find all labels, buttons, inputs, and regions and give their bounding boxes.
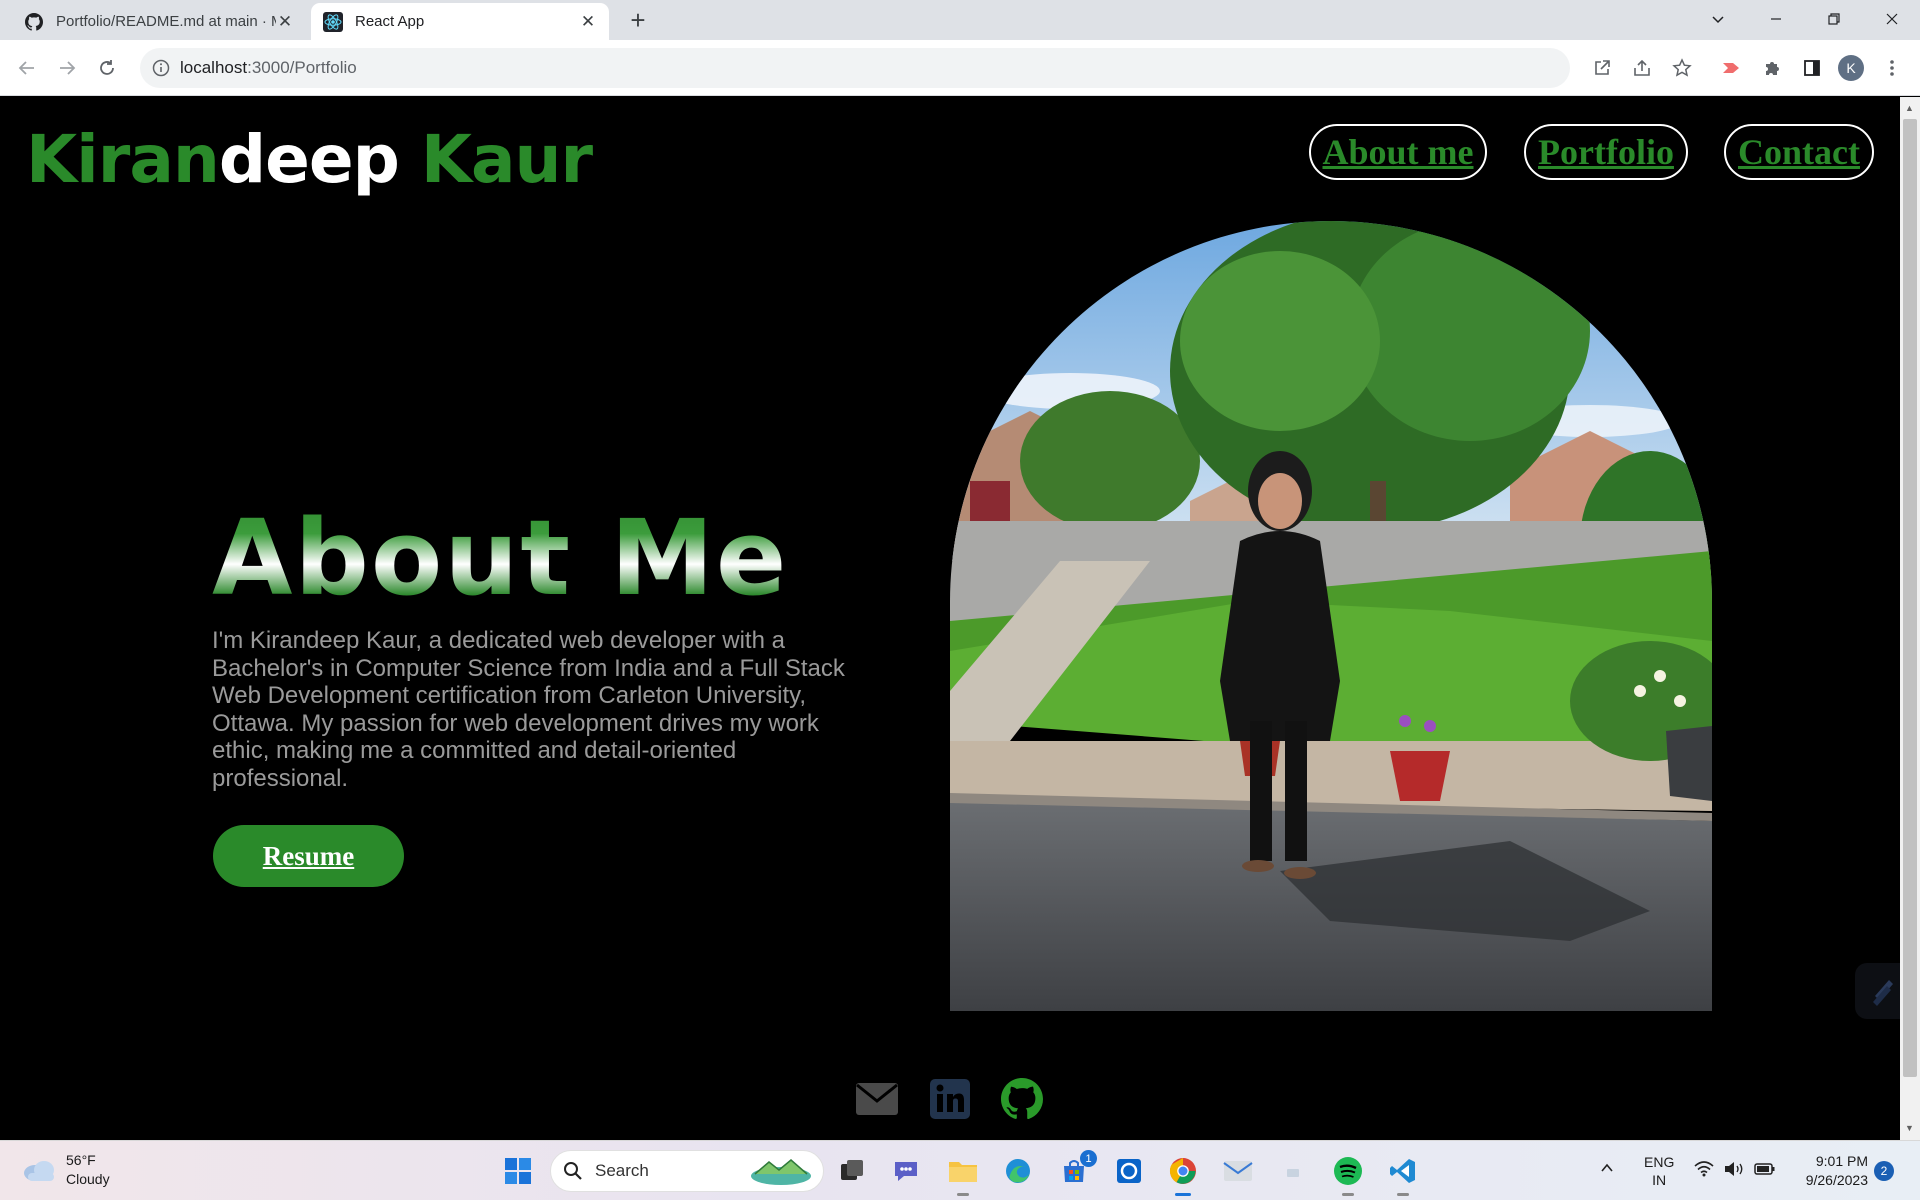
taskbar-search[interactable]: Search (550, 1150, 824, 1192)
site-brand[interactable]: Kirandeep Kaur (26, 121, 593, 198)
tab-github-readme[interactable]: Portfolio/README.md at main · M ✕ (12, 3, 306, 40)
teams-chat-icon[interactable] (888, 1153, 924, 1189)
battery-icon[interactable] (1754, 1161, 1776, 1181)
windows-taskbar: 56°F Cloudy Search 1 ENG IN 9:01 PM 9/26… (0, 1140, 1920, 1200)
search-highlight-icon (751, 1159, 811, 1185)
chrome-icon[interactable] (1165, 1153, 1201, 1196)
github-favicon-icon (24, 12, 44, 32)
taskbar-clock[interactable]: 9:01 PM 9/26/2023 (1782, 1152, 1868, 1190)
store-badge: 1 (1080, 1150, 1097, 1167)
tab-label: React App (355, 13, 425, 30)
portfolio-page: Kirandeep Kaur About me Portfolio Contac… (0, 97, 1900, 1140)
weather-widget[interactable]: 56°F Cloudy (22, 1151, 110, 1189)
brand-first-part: Kiran (26, 121, 220, 198)
clock-time: 9:01 PM (1815, 1153, 1868, 1169)
windows-start-icon[interactable] (500, 1153, 536, 1189)
browser-tab-strip: Portfolio/README.md at main · M ✕ React … (0, 0, 1920, 40)
microsoft-store-icon[interactable]: 1 (1056, 1150, 1097, 1189)
url-text: localhost:3000/Portfolio (180, 58, 357, 77)
side-panel-icon[interactable] (1796, 52, 1828, 84)
resume-button[interactable]: Resume (213, 825, 404, 887)
extension-red-icon[interactable] (1716, 52, 1748, 84)
scrollbar-thumb[interactable] (1903, 119, 1917, 1077)
github-icon[interactable] (998, 1077, 1046, 1121)
address-bar[interactable]: localhost:3000/Portfolio (140, 48, 1570, 88)
share-icon[interactable] (1626, 52, 1658, 84)
edge-browser-icon[interactable] (1000, 1153, 1036, 1189)
tab-close-icon[interactable]: ✕ (579, 12, 597, 32)
nav-about-me[interactable]: About me (1309, 124, 1487, 180)
mail-icon[interactable] (1220, 1153, 1256, 1189)
weather-temperature: 56°F (66, 1152, 96, 1168)
tab-label: Portfolio/README.md at main · M (56, 13, 276, 30)
profile-photo (950, 221, 1712, 1011)
input-language-indicator[interactable]: ENG IN (1644, 1153, 1674, 1189)
email-icon[interactable] (853, 1077, 901, 1121)
search-icon (564, 1162, 582, 1180)
tab-close-icon[interactable]: ✕ (276, 12, 294, 32)
tab-search-chevron-icon[interactable] (1690, 0, 1746, 38)
close-window-icon[interactable] (1864, 0, 1920, 38)
brand-middle-part: deep (218, 121, 400, 198)
back-arrow-icon[interactable] (11, 52, 43, 84)
linkedin-icon[interactable] (926, 1077, 974, 1121)
wifi-icon[interactable] (1694, 1161, 1714, 1181)
clock-date: 9/26/2023 (1805, 1172, 1868, 1188)
notification-count-badge[interactable]: 2 (1874, 1161, 1894, 1181)
task-view-icon[interactable] (834, 1153, 870, 1189)
file-explorer-icon[interactable] (945, 1153, 981, 1196)
notepad-icon[interactable] (1275, 1153, 1311, 1189)
nav-portfolio[interactable]: Portfolio (1524, 124, 1688, 180)
cortana-icon[interactable] (1111, 1153, 1147, 1189)
scroll-up-arrow-icon[interactable]: ▲ (1905, 103, 1914, 113)
profile-avatar[interactable]: K (1838, 55, 1864, 81)
floating-extension-widget-icon[interactable] (1855, 963, 1900, 1019)
weather-condition: Cloudy (66, 1171, 110, 1187)
react-favicon-icon (323, 11, 343, 32)
tray-overflow-chevron-icon[interactable] (1600, 1161, 1614, 1179)
brand-last-name: Kaur (420, 121, 593, 198)
extensions-puzzle-icon[interactable] (1756, 52, 1788, 84)
about-heading: About Me (212, 497, 789, 619)
volume-icon[interactable] (1724, 1161, 1746, 1181)
page-scrollbar[interactable]: ▲ ▼ (1900, 97, 1920, 1140)
chrome-menu-icon[interactable] (1876, 52, 1908, 84)
tab-react-app[interactable]: React App ✕ (311, 3, 609, 40)
vscode-icon[interactable] (1385, 1153, 1421, 1196)
site-info-icon[interactable] (150, 57, 172, 79)
forward-arrow-icon[interactable] (51, 52, 83, 84)
search-label: Search (595, 1161, 649, 1180)
spotify-icon[interactable] (1330, 1153, 1366, 1196)
new-tab-plus-icon[interactable]: + (624, 6, 652, 34)
about-paragraph: I'm Kirandeep Kaur, a dedicated web deve… (212, 627, 845, 792)
minimize-icon[interactable] (1748, 0, 1804, 38)
scroll-down-arrow-icon[interactable]: ▼ (1905, 1123, 1914, 1133)
reload-icon[interactable] (91, 52, 123, 84)
open-in-app-icon[interactable] (1586, 52, 1618, 84)
nav-contact[interactable]: Contact (1724, 124, 1874, 180)
restore-icon[interactable] (1806, 0, 1862, 38)
cloud-icon (24, 1161, 54, 1181)
browser-toolbar: localhost:3000/Portfolio K (0, 40, 1920, 96)
bookmark-star-icon[interactable] (1666, 52, 1698, 84)
